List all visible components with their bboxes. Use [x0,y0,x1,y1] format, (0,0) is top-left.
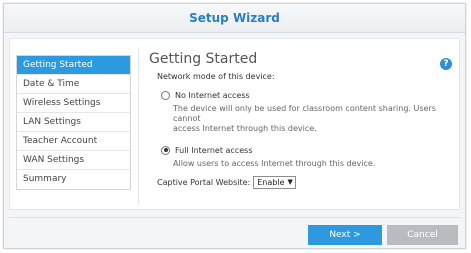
chevron-down-icon: ▼ [287,178,293,186]
dialog-title: Setup Wizard [4,4,465,33]
option-no-internet[interactable]: No Internet access [161,89,454,101]
captive-portal-select[interactable]: Enable ▼ [253,176,296,189]
captive-portal-value: Enable [257,178,285,187]
cancel-button[interactable]: Cancel [387,225,458,245]
sidebar-item-getting-started[interactable]: Getting Started [17,56,130,75]
no-internet-description-line: access Internet through this device. [173,124,317,133]
sidebar-item-summary[interactable]: Summary [17,170,130,189]
no-internet-radio[interactable] [161,90,170,100]
wizard-steps-sidebar: Getting Started Date & Time Wireless Set… [16,55,131,190]
help-icon[interactable]: ? [440,58,452,70]
full-internet-label: Full Internet access [175,145,253,155]
footer-divider [9,217,460,218]
sidebar-divider [138,47,139,205]
no-internet-description-line: The device will only be used for classro… [173,104,436,123]
sidebar-item-wan-settings[interactable]: WAN Settings [17,151,130,170]
option-full-internet[interactable]: Full Internet access [161,144,454,156]
full-internet-description: Allow users to access Internet through t… [173,159,454,169]
network-mode-label: Network mode of this device: [157,72,275,81]
full-internet-radio[interactable] [161,145,170,155]
sidebar-item-date-time[interactable]: Date & Time [17,75,130,94]
full-internet-description-line: Allow users to access Internet through t… [173,159,376,168]
no-internet-description: The device will only be used for classro… [173,104,454,134]
setup-wizard-dialog: Setup Wizard Getting Started Date & Time… [3,3,466,249]
sidebar-item-lan-settings[interactable]: LAN Settings [17,113,130,132]
wizard-body: Getting Started Date & Time Wireless Set… [9,38,460,210]
next-button[interactable]: Next > [308,225,382,245]
captive-portal-label: Captive Portal Website: [157,178,251,187]
captive-portal-row: Captive Portal Website: Enable ▼ [157,176,454,189]
page-title: Getting Started [149,51,258,67]
no-internet-label: No Internet access [175,90,250,100]
step-content: ? Getting Started Network mode of this d… [149,51,454,189]
sidebar-item-teacher-account[interactable]: Teacher Account [17,132,130,151]
sidebar-item-wireless-settings[interactable]: Wireless Settings [17,94,130,113]
